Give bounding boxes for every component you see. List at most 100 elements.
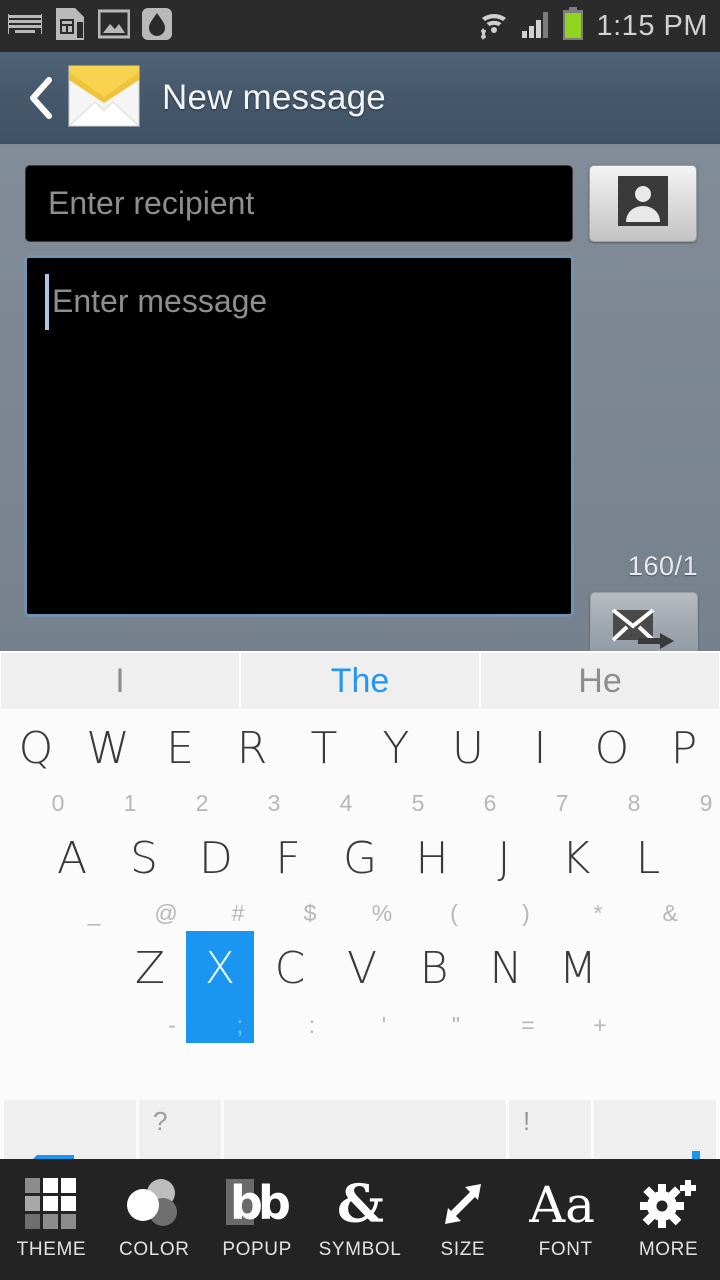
svg-text:&: & [337,1178,384,1230]
toolbar-item-popup[interactable]: b b POPUP [206,1159,309,1280]
key-B[interactable]: B " [398,931,470,1043]
key-label: N [489,943,523,994]
battery-full-icon [562,6,584,46]
key-P[interactable]: P 9 [648,711,720,821]
svg-text:b: b [258,1178,289,1230]
key-label: O [594,723,630,774]
key-Z[interactable]: Z - [114,931,186,1043]
key-label: V [346,943,378,994]
keyboard-row-2: A _ S @ D # F $ G % H (J) K * L & [0,821,720,931]
toolbar-label: SIZE [440,1239,486,1260]
message-placeholder: Enter message [52,283,268,319]
recipient-input[interactable]: Enter recipient [25,165,573,242]
toolbar-label: MORE [638,1239,699,1260]
key-secondary-label: 9 [699,790,713,816]
key-label: M [559,943,597,994]
toolbar-item-size[interactable]: SIZE [411,1159,514,1280]
recipient-row: Enter recipient [25,165,697,242]
key-label: Q [18,723,54,774]
key-label: Z [134,943,166,994]
period-key-alt-label: ? [153,1106,168,1136]
status-bar-clock: 1:15 PM [596,9,708,42]
page-title: New message [162,78,386,117]
key-W[interactable]: W 1 [72,711,144,821]
comma-key-alt-label: ! [523,1106,531,1136]
contacts-button[interactable] [589,165,697,242]
key-E[interactable]: E 2 [144,711,216,821]
suggestion-item[interactable]: He [481,653,719,709]
keyboard-icon [8,12,42,41]
key-label: G [342,833,378,884]
key-D[interactable]: D # [180,821,252,931]
toolbar-item-theme[interactable]: THEME [0,1159,103,1280]
toolbar-label: COLOR [119,1239,190,1260]
sim-card-icon [54,7,86,46]
key-label: C [274,943,306,994]
key-F[interactable]: F $ [252,821,324,931]
gallery-image-icon [97,8,131,45]
key-J[interactable]: J ) [468,821,540,931]
toolbar-item-more[interactable]: MORE [617,1159,720,1280]
back-button[interactable] [14,77,66,119]
key-G[interactable]: G % [324,821,396,931]
key-Q[interactable]: Q 0 [0,711,72,821]
key-O[interactable]: O 8 [576,711,648,821]
key-label: D [199,833,233,884]
keyboard-row-1: Q 0 W 1 E 2 R 3 T 4 Y 5 U 6 I 7 O 8 P 9 [0,711,720,821]
status-bar-right-icons: 1:15 PM [478,6,720,46]
key-label: T [310,723,338,774]
suggestion-item[interactable]: I [1,653,239,709]
key-U[interactable]: U 6 [432,711,504,821]
send-message-icon [611,606,676,655]
key-K[interactable]: K * [540,821,612,931]
contacts-icon [618,176,668,231]
key-label: U [451,723,485,774]
character-counter: 160/1 [627,551,698,581]
font-aa-icon: Aa [529,1178,603,1230]
popup-bb-icon: b b [225,1178,289,1230]
recipient-placeholder: Enter recipient [48,185,255,221]
suggestion-item[interactable]: The [241,653,479,709]
key-R[interactable]: R 3 [216,711,288,821]
key-label: X [204,943,236,994]
key-secondary-label: + [593,1012,607,1038]
suggestion-bar: I The He [0,651,720,711]
color-circles-icon [125,1178,183,1230]
key-L[interactable]: L & [612,821,684,931]
message-input[interactable]: Enter message [25,256,573,616]
toolbar-item-symbol[interactable]: & SYMBOL [309,1159,412,1280]
key-label: F [275,833,301,884]
key-secondary-label: & [662,900,678,926]
keyboard: I The He Q 0 W 1 E 2 R 3 T 4 Y 5 U 6 I 7… [0,651,720,1214]
status-bar-left-icons [0,7,172,46]
key-label: B [419,943,449,994]
key-label: A [56,833,88,884]
gear-plus-icon [638,1178,700,1230]
key-label: W [86,723,130,774]
toolbar-label: SYMBOL [318,1239,402,1260]
envelope-icon [67,65,141,132]
key-label: R [236,723,268,774]
key-I[interactable]: I 7 [504,711,576,821]
key-M[interactable]: M + [542,931,614,1043]
phone-screen: 1:15 PM New message Enter recipient Ente… [0,0,720,1280]
toolbar-item-color[interactable]: COLOR [103,1159,206,1280]
key-label: S [130,833,158,884]
key-label: K [561,833,591,884]
key-X[interactable]: X ; [186,931,254,1043]
key-S[interactable]: S @ [108,821,180,931]
status-bar: 1:15 PM [0,0,720,52]
water-drop-icon [142,7,172,46]
toolbar-item-font[interactable]: Aa FONT [514,1159,617,1280]
toolbar-label: FONT [538,1239,593,1260]
toolbar-label: THEME [16,1239,87,1260]
key-V[interactable]: V ' [326,931,398,1043]
key-T[interactable]: T 4 [288,711,360,821]
key-N[interactable]: N = [470,931,542,1043]
key-Y[interactable]: Y 5 [360,711,432,821]
key-label: I [533,723,547,774]
key-label: E [166,723,194,774]
key-A[interactable]: A _ [36,821,108,931]
key-C[interactable]: C : [254,931,326,1043]
key-H[interactable]: H ( [396,821,468,931]
